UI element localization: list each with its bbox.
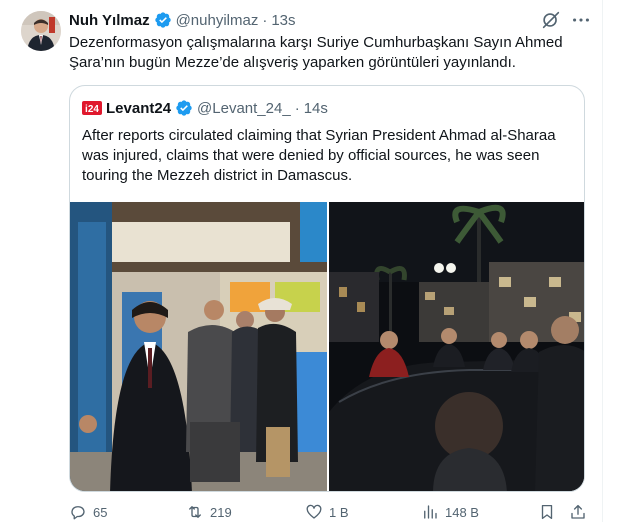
quote-header: i24 Levant24 @Levant_24_ · 14s [82, 98, 328, 118]
quote-logo-text: i24 [85, 104, 99, 115]
verified-badge-icon [154, 11, 172, 29]
view-count: 148 B [445, 504, 479, 520]
quote-timestamp[interactable]: 14s [304, 100, 328, 117]
quote-text: After reports circulated claiming that S… [82, 127, 556, 184]
author-name[interactable]: Nuh Yılmaz [69, 12, 150, 29]
tweet[interactable]: Nuh Yılmaz @nuhyilmaz · 13s Dezenformasy… [0, 0, 603, 522]
share-button[interactable] [569, 502, 587, 522]
author-handle[interactable]: @nuhyilmaz [176, 12, 259, 29]
reply-count: 65 [93, 504, 108, 520]
quote-avatar[interactable]: i24 [82, 98, 102, 118]
retweet-count: 219 [210, 504, 232, 520]
views-icon [424, 505, 437, 519]
grok-icon[interactable] [540, 9, 562, 31]
tweet-header: Nuh Yılmaz @nuhyilmaz · 13s [69, 10, 296, 30]
action-bar: 65 219 1 B 148 B [69, 502, 589, 522]
timestamp[interactable]: 13s [271, 12, 295, 29]
views-button[interactable]: 148 B [421, 502, 479, 522]
like-button[interactable]: 1 B [305, 502, 349, 522]
quote-media [70, 202, 584, 491]
reply-icon [71, 506, 85, 520]
more-icon[interactable] [570, 9, 592, 31]
bookmark-icon [541, 504, 553, 520]
tweet-text: Dezenformasyon çalışmalarına karşı Suriy… [69, 34, 563, 71]
bookmark-button[interactable] [538, 502, 556, 522]
retweet-icon [189, 506, 201, 518]
shop-interior-photo[interactable] [70, 202, 327, 491]
like-icon [306, 504, 322, 519]
night-street-photo[interactable] [329, 202, 584, 491]
reply-button[interactable]: 65 [69, 502, 107, 522]
quote-author-handle[interactable]: @Levant_24_ [197, 100, 291, 117]
retweet-button[interactable]: 219 [186, 502, 232, 522]
quote-author-name[interactable]: Levant24 [106, 100, 171, 117]
quoted-tweet[interactable]: i24 Levant24 @Levant_24_ · 14s After rep… [69, 85, 585, 492]
separator: · [262, 11, 268, 29]
verified-badge-icon [175, 99, 193, 117]
like-count: 1 B [329, 504, 349, 520]
separator: · [294, 99, 300, 117]
avatar[interactable] [21, 11, 61, 51]
share-icon [571, 504, 585, 519]
